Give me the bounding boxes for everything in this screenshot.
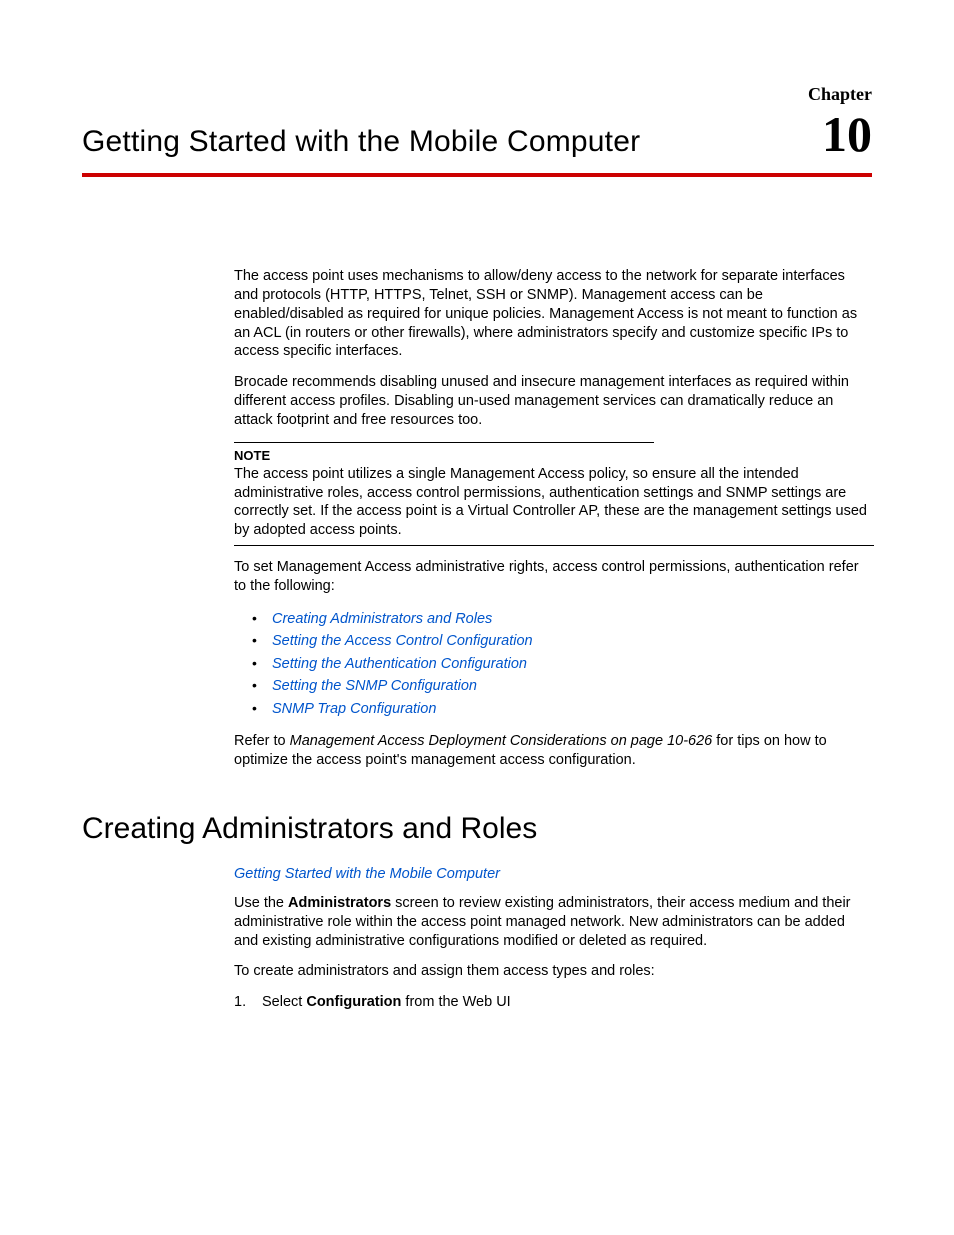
ui-term: Administrators (288, 895, 391, 911)
link-access-control[interactable]: Setting the Access Control Configuration (272, 633, 533, 649)
chapter-title: Getting Started with the Mobile Computer (82, 125, 640, 159)
steps-list: Select Configuration from the Web UI (234, 993, 872, 1012)
paragraph: Brocade recommends disabling unused and … (234, 373, 872, 430)
link-snmp-trap[interactable]: SNMP Trap Configuration (272, 701, 436, 717)
list-item: Creating Administrators and Roles (234, 608, 872, 630)
body-content: The access point uses mechanisms to allo… (234, 267, 872, 770)
step-item: Select Configuration from the Web UI (234, 993, 872, 1012)
link-authentication[interactable]: Setting the Authentication Configuration (272, 656, 527, 672)
paragraph: To create administrators and assign them… (234, 962, 872, 981)
paragraph: Use the Administrators screen to review … (234, 894, 872, 951)
text: Select (262, 994, 306, 1010)
paragraph: Refer to Management Access Deployment Co… (234, 732, 872, 770)
link-creating-admins[interactable]: Creating Administrators and Roles (272, 611, 492, 627)
link-snmp-config[interactable]: Setting the SNMP Configuration (272, 678, 477, 694)
list-item: Setting the Access Control Configuration (234, 630, 872, 652)
cross-ref: Management Access Deployment Considerati… (290, 733, 713, 749)
link-list: Creating Administrators and Roles Settin… (234, 608, 872, 720)
note-box: NOTE The access point utilizes a single … (234, 442, 872, 546)
paragraph: To set Management Access administrative … (234, 558, 872, 596)
list-item: Setting the Authentication Configuration (234, 653, 872, 675)
note-rule-bottom (234, 545, 874, 546)
chapter-number: 10 (822, 109, 872, 159)
paragraph: The access point uses mechanisms to allo… (234, 267, 872, 361)
list-item: Setting the SNMP Configuration (234, 675, 872, 697)
text: Use the (234, 895, 288, 911)
note-text: The access point utilizes a single Manag… (234, 465, 872, 540)
text: from the Web UI (401, 994, 510, 1010)
ui-term: Configuration (306, 994, 401, 1010)
chapter-label: Chapter (82, 84, 872, 105)
section-content: Getting Started with the Mobile Computer… (234, 866, 872, 1012)
note-label: NOTE (234, 448, 872, 463)
chapter-header: Getting Started with the Mobile Computer… (82, 109, 872, 177)
section-heading: Creating Administrators and Roles (82, 812, 872, 846)
list-item: SNMP Trap Configuration (234, 698, 872, 720)
parent-link[interactable]: Getting Started with the Mobile Computer (234, 866, 872, 882)
text: Refer to (234, 733, 290, 749)
